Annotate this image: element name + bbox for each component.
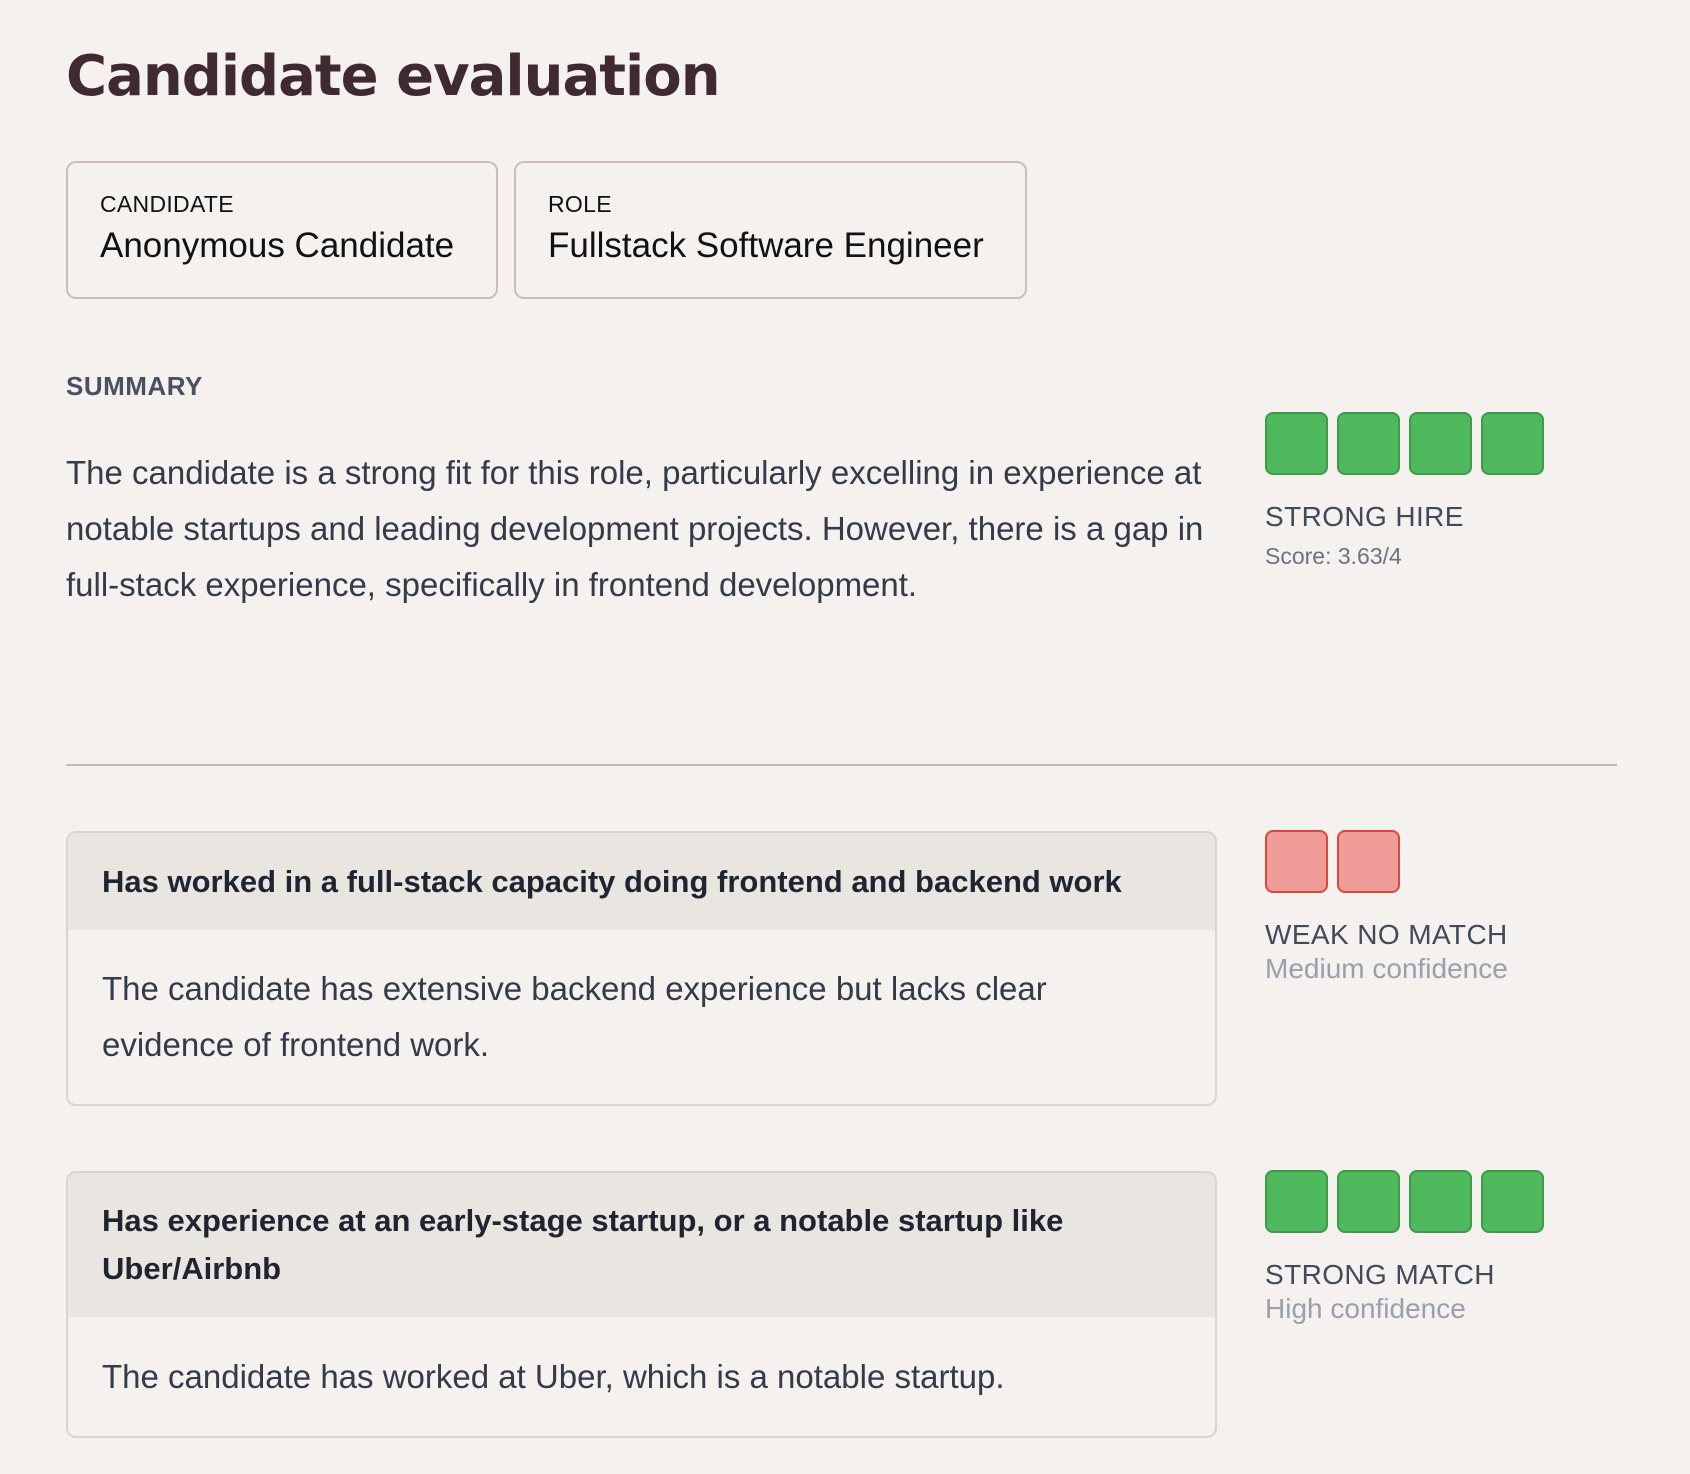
- role-info-card: ROLE Fullstack Software Engineer: [514, 161, 1027, 299]
- candidate-value: Anonymous Candidate: [100, 226, 455, 265]
- summary-text: The candidate is a strong fit for this r…: [66, 454, 1204, 603]
- criterion-card: Has worked in a full-stack capacity doin…: [66, 831, 1217, 1106]
- criterion-rating-label: STRONG MATCH: [1265, 1259, 1495, 1290]
- rating-square: [1265, 830, 1328, 893]
- criterion-explanation: The candidate has extensive backend expe…: [102, 970, 1047, 1063]
- rating-square: [1337, 830, 1400, 893]
- criterion-card: Has experience at an early-stage startup…: [66, 1171, 1217, 1438]
- role-value: Fullstack Software Engineer: [548, 226, 984, 265]
- criterion-title: Has experience at an early-stage startup…: [68, 1173, 1215, 1317]
- overall-rating-label: STRONG HIRE: [1265, 501, 1464, 532]
- candidate-label: CANDIDATE: [100, 191, 234, 217]
- criterion-explanation: The candidate has worked at Uber, which …: [102, 1357, 1005, 1395]
- criterion-rating: WEAK NO MATCH Medium confidence: [1265, 830, 1508, 985]
- rating-square: [1265, 1170, 1328, 1233]
- criterion-confidence: Medium confidence: [1265, 953, 1508, 984]
- rating-squares: [1265, 830, 1508, 893]
- section-divider: [66, 764, 1617, 766]
- criterion-confidence: High confidence: [1265, 1293, 1466, 1324]
- rating-square: [1481, 412, 1544, 475]
- criterion-rating: STRONG MATCH High confidence: [1265, 1170, 1544, 1325]
- overall-score: Score: 3.63/4: [1265, 543, 1402, 569]
- role-label: ROLE: [548, 191, 612, 217]
- criterion-title: Has worked in a full-stack capacity doin…: [68, 833, 1215, 930]
- candidate-info-card: CANDIDATE Anonymous Candidate: [66, 161, 498, 299]
- overall-rating: STRONG HIRE Score: 3.63/4: [1265, 412, 1544, 570]
- rating-square: [1481, 1170, 1544, 1233]
- rating-squares: [1265, 1170, 1544, 1233]
- summary-heading: SUMMARY: [66, 371, 203, 401]
- page-title: Candidate evaluation: [66, 44, 721, 109]
- criterion-rating-label: WEAK NO MATCH: [1265, 919, 1508, 950]
- rating-squares: [1265, 412, 1544, 475]
- rating-square: [1409, 1170, 1472, 1233]
- rating-square: [1337, 412, 1400, 475]
- rating-square: [1337, 1170, 1400, 1233]
- rating-square: [1265, 412, 1328, 475]
- rating-square: [1409, 412, 1472, 475]
